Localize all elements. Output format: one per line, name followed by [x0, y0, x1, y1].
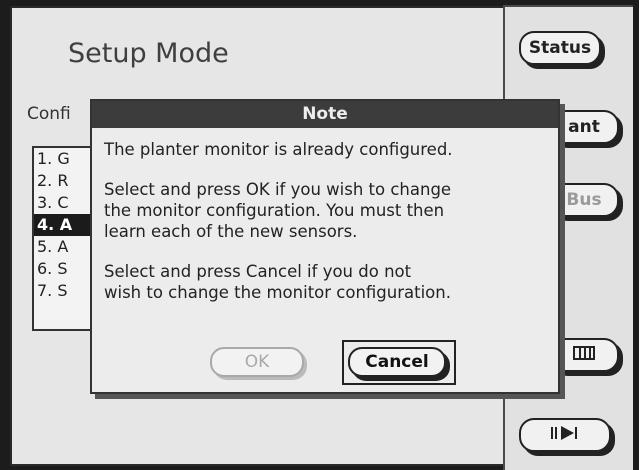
next-page-icon	[550, 424, 580, 447]
dialog-text-line: learn each of the new sensors.	[104, 222, 358, 241]
dialog-text-line: The planter monitor is already configure…	[104, 140, 453, 159]
dialog-message-ok: Select and press OK if you wish to chang…	[104, 179, 558, 242]
next-page-button[interactable]	[519, 418, 611, 452]
dialog-text-line: Select and press Cancel if you do not	[104, 262, 412, 281]
dialog-title: Note	[92, 101, 558, 128]
status-button[interactable]: Status	[519, 31, 601, 65]
config-label: Confi	[27, 104, 71, 124]
grid-icon	[573, 345, 595, 366]
dialog-text-line: Select and press OK if you wish to chang…	[104, 180, 452, 199]
dialog-text-line: wish to change the monitor configuration…	[104, 283, 451, 302]
dialog-text-line: the monitor configuration. You must then	[104, 201, 445, 220]
ok-button[interactable]: OK	[210, 347, 304, 377]
dialog-message-cancel: Select and press Cancel if you do not wi…	[104, 261, 558, 303]
cancel-button[interactable]: Cancel	[348, 347, 446, 377]
dialog-body: The planter monitor is already configure…	[92, 128, 558, 303]
page-title: Setup Mode	[68, 38, 229, 69]
note-dialog: Note The planter monitor is already conf…	[90, 99, 560, 394]
dialog-message-configured: The planter monitor is already configure…	[104, 139, 558, 160]
